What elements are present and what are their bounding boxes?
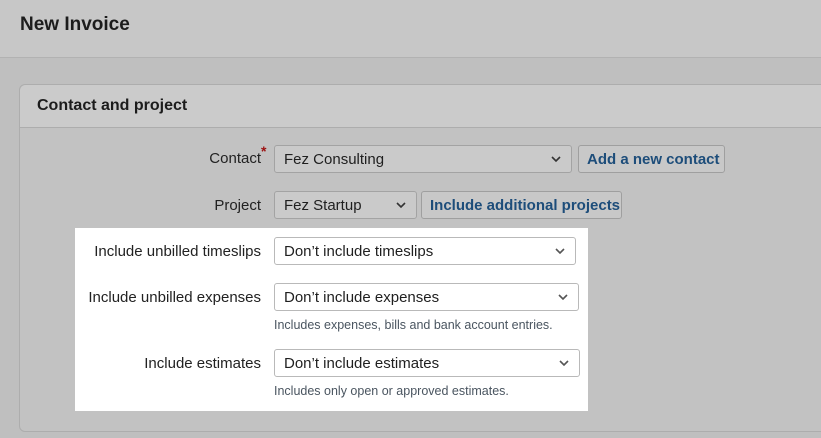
timeslips-label: Include unbilled timeslips [94, 243, 261, 260]
panel-title: Contact and project [37, 97, 188, 114]
estimates-label: Include estimates [144, 355, 261, 372]
add-contact-button[interactable]: Add a new contact [578, 145, 725, 173]
estimates-select-value: Don’t include estimates [284, 355, 440, 372]
expenses-label: Include unbilled expenses [88, 289, 261, 306]
project-select[interactable]: Fez Startup [274, 191, 417, 219]
expenses-select[interactable]: Don’t include expenses [274, 283, 579, 311]
expenses-select-value: Don’t include expenses [284, 289, 440, 306]
chevron-down-icon [551, 156, 561, 163]
timeslips-select[interactable]: Don’t include timeslips [274, 237, 576, 265]
estimates-hint: Includes only open or approved estimates… [274, 384, 509, 398]
include-projects-button[interactable]: Include additional projects [421, 191, 622, 219]
page-header: New Invoice [0, 0, 821, 58]
estimates-select[interactable]: Don’t include estimates [274, 349, 580, 377]
chevron-down-icon [555, 248, 565, 255]
contact-label: Contact [209, 150, 261, 167]
contact-select-value: Fez Consulting [284, 151, 385, 168]
required-marker: * [261, 143, 267, 159]
chevron-down-icon [559, 360, 569, 367]
chevron-down-icon [558, 294, 568, 301]
expenses-hint: Includes expenses, bills and bank accoun… [274, 318, 553, 332]
panel-header: Contact and project [20, 85, 821, 128]
contact-select[interactable]: Fez Consulting [274, 145, 572, 173]
project-label: Project [214, 197, 261, 214]
chevron-down-icon [396, 202, 406, 209]
page-title: New Invoice [20, 14, 130, 35]
project-select-value: Fez Startup [284, 197, 362, 214]
timeslips-select-value: Don’t include timeslips [284, 243, 434, 260]
